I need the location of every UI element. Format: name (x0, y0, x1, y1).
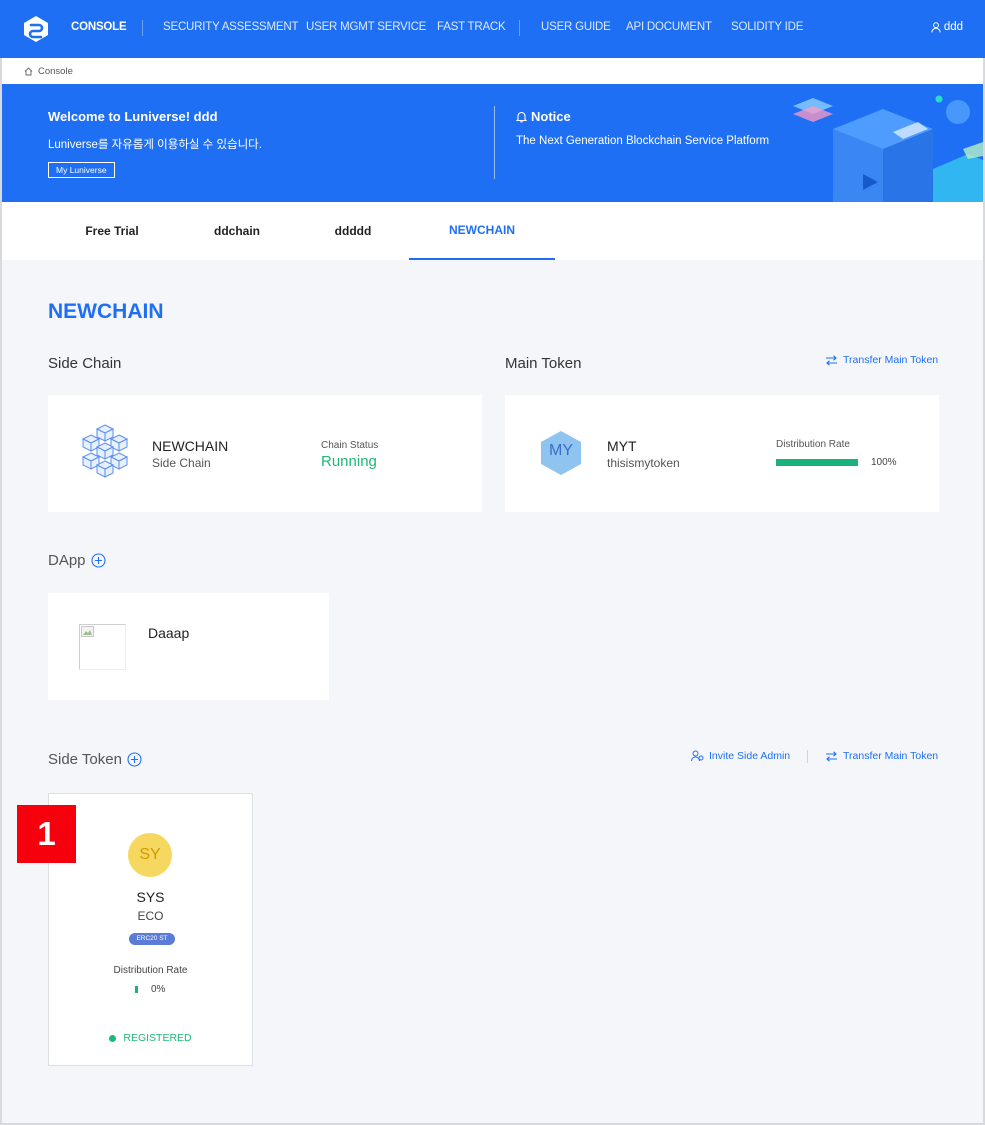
action-separator (807, 750, 808, 763)
side-chain-card[interactable]: NEWCHAIN Side Chain Chain Status Running (48, 395, 482, 512)
main-token-rate-label: Distribution Rate (776, 439, 850, 450)
side-chain-heading: Side Chain (48, 355, 121, 372)
main-token-rate-value: 100% (871, 457, 897, 468)
bell-icon (516, 111, 527, 122)
nav-separator (142, 20, 143, 36)
token-standard-badge: ERC20 ST (129, 933, 175, 945)
top-navigation: CONSOLE SECURITY ASSESSMENT USER MGMT SE… (0, 0, 985, 58)
home-icon[interactable] (24, 66, 33, 76)
tab-newchain[interactable]: NEWCHAIN (409, 202, 555, 260)
blockchain-illustration-icon (793, 95, 983, 202)
add-side-token-plus-icon[interactable] (127, 752, 142, 767)
transfer-icon (826, 750, 837, 762)
user-name: ddd (943, 21, 963, 33)
broken-image-icon (81, 626, 94, 637)
add-dapp-plus-icon[interactable] (90, 553, 106, 568)
side-token-name: ECO (137, 909, 164, 923)
nav-user-mgmt-service[interactable]: USER MGMT SERVICE (306, 21, 426, 33)
dapp-card[interactable]: Daaap (48, 593, 329, 700)
nav-api-document[interactable]: API DOCUMENT (626, 21, 712, 33)
banner-divider (494, 106, 495, 179)
page-title: NEWCHAIN (48, 300, 164, 323)
chain-status-label: Chain Status (321, 440, 379, 451)
status-dot-icon (109, 1034, 117, 1042)
my-luniverse-button[interactable]: My Luniverse (48, 162, 115, 178)
transfer-main-token-label: Transfer Main Token (843, 354, 939, 366)
welcome-subtitle: Luniverse를 자유롭게 이용하실 수 있습니다. (48, 139, 262, 151)
side-token-symbol-short: SY (139, 846, 161, 863)
main-token-rate-bar (776, 459, 858, 466)
main-token-label: Main Token (505, 355, 582, 372)
nav-separator (519, 20, 520, 36)
nav-security-assessment[interactable]: SECURITY ASSESSMENT (163, 21, 299, 33)
transfer-main-token-link[interactable]: Transfer Main Token (825, 354, 938, 366)
side-token-rate-label: Distribution Rate (113, 965, 188, 976)
nav-fast-track[interactable]: FAST TRACK (437, 21, 506, 33)
main-token-symbol-short: MY (549, 442, 573, 459)
luniverse-logo-icon[interactable] (22, 15, 50, 43)
side-chain-label: Side Chain (48, 355, 122, 372)
dapp-label: DApp (48, 552, 86, 569)
dapp-name: Daaap (148, 625, 190, 641)
side-transfer-main-token-link[interactable]: Transfer Main Token (825, 750, 938, 762)
main-token-name: thisismytoken (607, 456, 680, 470)
chain-tabs: Free Trial ddchain ddddd NEWCHAIN (2, 202, 983, 260)
notice-heading: Notice (516, 109, 571, 124)
side-token-rate-value: 0% (151, 984, 166, 995)
side-chain-name: NEWCHAIN (152, 438, 229, 454)
cubes-icon (81, 424, 129, 478)
invite-side-admin-link[interactable]: Invite Side Admin (691, 750, 790, 762)
side-chain-type: Side Chain (152, 456, 211, 470)
side-token-status: REGISTERED (49, 1032, 252, 1044)
side-token-card[interactable]: SY SYS ECO ERC20 ST Distribution Rate 0%… (48, 793, 253, 1066)
main-token-heading: Main Token (505, 355, 581, 372)
welcome-title: Welcome to Luniverse! ddd (48, 109, 218, 124)
nav-user-guide[interactable]: USER GUIDE (541, 21, 611, 33)
main-token-card[interactable]: MY MYT thisismytoken Distribution Rate 1… (505, 395, 939, 512)
invite-side-admin-label: Invite Side Admin (709, 750, 791, 762)
welcome-banner: Welcome to Luniverse! ddd Luniverse를 자유롭… (2, 84, 983, 202)
invite-admin-icon (691, 750, 704, 762)
transfer-icon (826, 354, 837, 366)
breadcrumb-console[interactable]: Console (38, 66, 73, 77)
chain-status-value: Running (321, 453, 377, 470)
dapp-heading: DApp (48, 552, 106, 569)
side-transfer-main-token-label: Transfer Main Token (843, 750, 939, 762)
dapp-image-placeholder (79, 624, 126, 670)
nav-console[interactable]: CONSOLE (71, 21, 127, 33)
side-token-status-label: REGISTERED (123, 1032, 192, 1044)
tab-free-trial[interactable]: Free Trial (42, 202, 182, 260)
user-icon (931, 21, 941, 33)
main-token-rate-fill (776, 459, 858, 466)
notice-text: The Next Generation Blockchain Service P… (516, 135, 770, 147)
notice-title: Notice (531, 109, 571, 124)
breadcrumb: Console (2, 58, 983, 84)
user-menu[interactable]: ddd (931, 21, 963, 33)
side-token-symbol: SYS (136, 889, 165, 905)
annotation-marker: 1 (17, 805, 76, 863)
side-token-label: Side Token (48, 751, 122, 768)
nav-solidity-ide[interactable]: SOLIDITY IDE (731, 21, 803, 33)
main-token-symbol: MYT (607, 438, 637, 454)
tab-ddddd[interactable]: ddddd (283, 202, 423, 260)
side-token-heading: Side Token (48, 751, 142, 768)
side-token-rate-bar (135, 986, 138, 993)
